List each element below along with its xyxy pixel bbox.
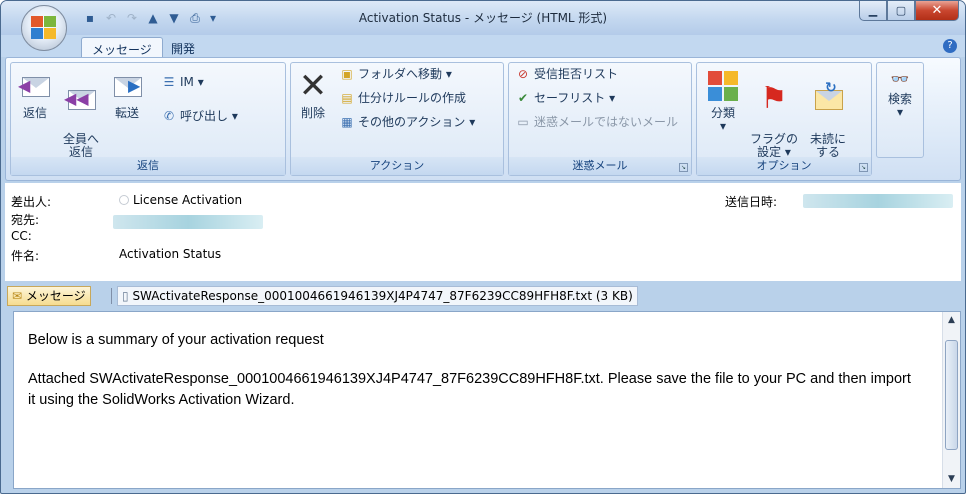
office-button[interactable] (21, 5, 67, 51)
attachment-file[interactable]: ▯ SWActivateResponse_0001004661946139XJ4… (117, 286, 638, 306)
title-bar: ▪ ↶ ↷ ▲ ▼ ⎙ ▾ Activation Status - メッセージ … (1, 1, 965, 35)
attachment-bar: ✉ メッセージ ▯ SWActivateResponse_00010046619… (7, 284, 957, 308)
forward-button[interactable]: ▶ 転送 (107, 69, 147, 120)
text-file-icon: ▯ (122, 289, 129, 303)
body-text: Below is a summary of your activation re… (28, 330, 918, 429)
from-value[interactable]: License Activation (119, 193, 242, 207)
from-label: 差出人: (11, 195, 52, 209)
group-find: 👓 検索 ▾ (876, 62, 924, 158)
reply-all-icon: ◀◀ (64, 82, 98, 116)
body-paragraph-2: Attached SWActivateResponse_000100466194… (28, 371, 911, 408)
tab-developer[interactable]: 開発 (161, 37, 205, 57)
other-actions-icon: ▦ (341, 115, 353, 129)
ribbon-tabs: メッセージ 開発 ? (1, 35, 965, 57)
scroll-down-icon[interactable]: ▼ (943, 471, 960, 488)
tab-message[interactable]: メッセージ (81, 37, 163, 57)
group-actions-label: アクション (291, 157, 503, 175)
help-icon[interactable]: ? (943, 39, 957, 53)
scroll-thumb[interactable] (945, 340, 958, 450)
delete-icon: ✕ (298, 66, 328, 106)
subject-label: 件名: (11, 249, 40, 263)
find-button[interactable]: 👓 検索 ▾ (881, 69, 919, 119)
group-reply-label: 返信 (11, 157, 285, 175)
message-body[interactable]: Below is a summary of your activation re… (13, 311, 961, 489)
body-paragraph-1: Below is a summary of your activation re… (28, 332, 324, 348)
vertical-scrollbar[interactable]: ▲ ▼ (942, 312, 960, 488)
delete-button[interactable]: ✕ 削除 (295, 69, 331, 120)
sent-value-redacted (803, 194, 953, 208)
safe-list-button[interactable]: ✔ セーフリスト ▾ (515, 89, 615, 107)
forward-icon: ▶ (110, 69, 144, 103)
binoculars-icon: 👓 (890, 70, 910, 88)
mark-unread-button[interactable]: ↻ 未読に する (805, 69, 851, 159)
office-logo-icon (31, 16, 57, 40)
call-button[interactable]: ✆ 呼び出し ▾ (161, 107, 238, 125)
junk-dialog-launcher-icon[interactable]: ↘ (679, 163, 688, 172)
window-title: Activation Status - メッセージ (HTML 形式) (358, 11, 608, 25)
ribbon: ◀ 返信 ◀◀ 全員へ 返信 ▶ 転送 ☰ IM ▾ ✆ 呼び出し ▾ 返信 ✕ 削… (5, 57, 961, 181)
rule-icon: ▤ (341, 91, 353, 105)
scroll-up-icon[interactable]: ▲ (943, 312, 960, 329)
presence-icon (119, 195, 129, 205)
maximize-button[interactable]: ▢ (887, 1, 915, 21)
follow-up-button[interactable]: ⚑ フラグの 設定 ▾ (749, 69, 799, 159)
group-options-label: オプション (697, 157, 871, 175)
im-button[interactable]: ☰ IM ▾ (161, 73, 204, 91)
group-junk-label: 迷惑メール (509, 157, 691, 175)
window-controls: ▁ ▢ ✕ (859, 1, 959, 21)
reply-all-button[interactable]: ◀◀ 全員へ 返信 (59, 69, 103, 159)
outlook-message-window: ▪ ↶ ↷ ▲ ▼ ⎙ ▾ Activation Status - メッセージ … (0, 0, 966, 494)
to-value-redacted (113, 215, 263, 229)
unread-envelope-icon: ↻ (811, 81, 845, 116)
group-actions: ✕ 削除 ▣ フォルダへ移動 ▾ ▤ 仕分けルールの作成 ▦ その他のアクション ▾ … (290, 62, 504, 176)
message-header: 差出人: License Activation 宛先: CC: 件名: Acti… (5, 183, 961, 281)
group-options: 分類 ▾ ⚑ フラグの 設定 ▾ ↻ 未読に する オプション ↘ (696, 62, 872, 176)
not-junk-icon: ▭ (517, 115, 529, 129)
subject-value: Activation Status (119, 247, 222, 261)
categorize-button[interactable]: 分類 ▾ (703, 69, 743, 133)
options-dialog-launcher-icon[interactable]: ↘ (859, 163, 868, 172)
phone-icon: ✆ (163, 109, 175, 123)
categorize-icon (706, 69, 740, 103)
reply-icon: ◀ (18, 69, 52, 103)
not-junk-button[interactable]: ▭ 迷惑メールではないメール (515, 113, 678, 131)
cc-label: CC: (11, 229, 32, 243)
to-label: 宛先: (11, 213, 40, 227)
message-tab[interactable]: ✉ メッセージ (7, 286, 91, 306)
group-reply: ◀ 返信 ◀◀ 全員へ 返信 ▶ 転送 ☰ IM ▾ ✆ 呼び出し ▾ 返信 (10, 62, 286, 176)
move-to-folder-button[interactable]: ▣ フォルダへ移動 ▾ (339, 65, 452, 83)
attachment-separator (111, 288, 112, 304)
sent-label: 送信日時: (725, 195, 778, 209)
reply-button[interactable]: ◀ 返信 (15, 69, 55, 120)
create-rule-button[interactable]: ▤ 仕分けルールの作成 (339, 89, 466, 107)
flag-icon: ⚑ (760, 81, 788, 116)
minimize-button[interactable]: ▁ (859, 1, 887, 21)
safe-list-icon: ✔ (517, 91, 529, 105)
block-sender-icon: ⊘ (517, 67, 529, 81)
envelope-icon: ✉ (12, 289, 23, 303)
close-button[interactable]: ✕ (915, 1, 959, 21)
block-sender-button[interactable]: ⊘ 受信拒否リスト (515, 65, 618, 83)
group-junk: ⊘ 受信拒否リスト ✔ セーフリスト ▾ ▭ 迷惑メールではないメール 迷惑メール ↘ (508, 62, 692, 176)
move-folder-icon: ▣ (341, 67, 353, 81)
im-icon: ☰ (163, 75, 175, 89)
other-actions-button[interactable]: ▦ その他のアクション ▾ (339, 113, 475, 131)
